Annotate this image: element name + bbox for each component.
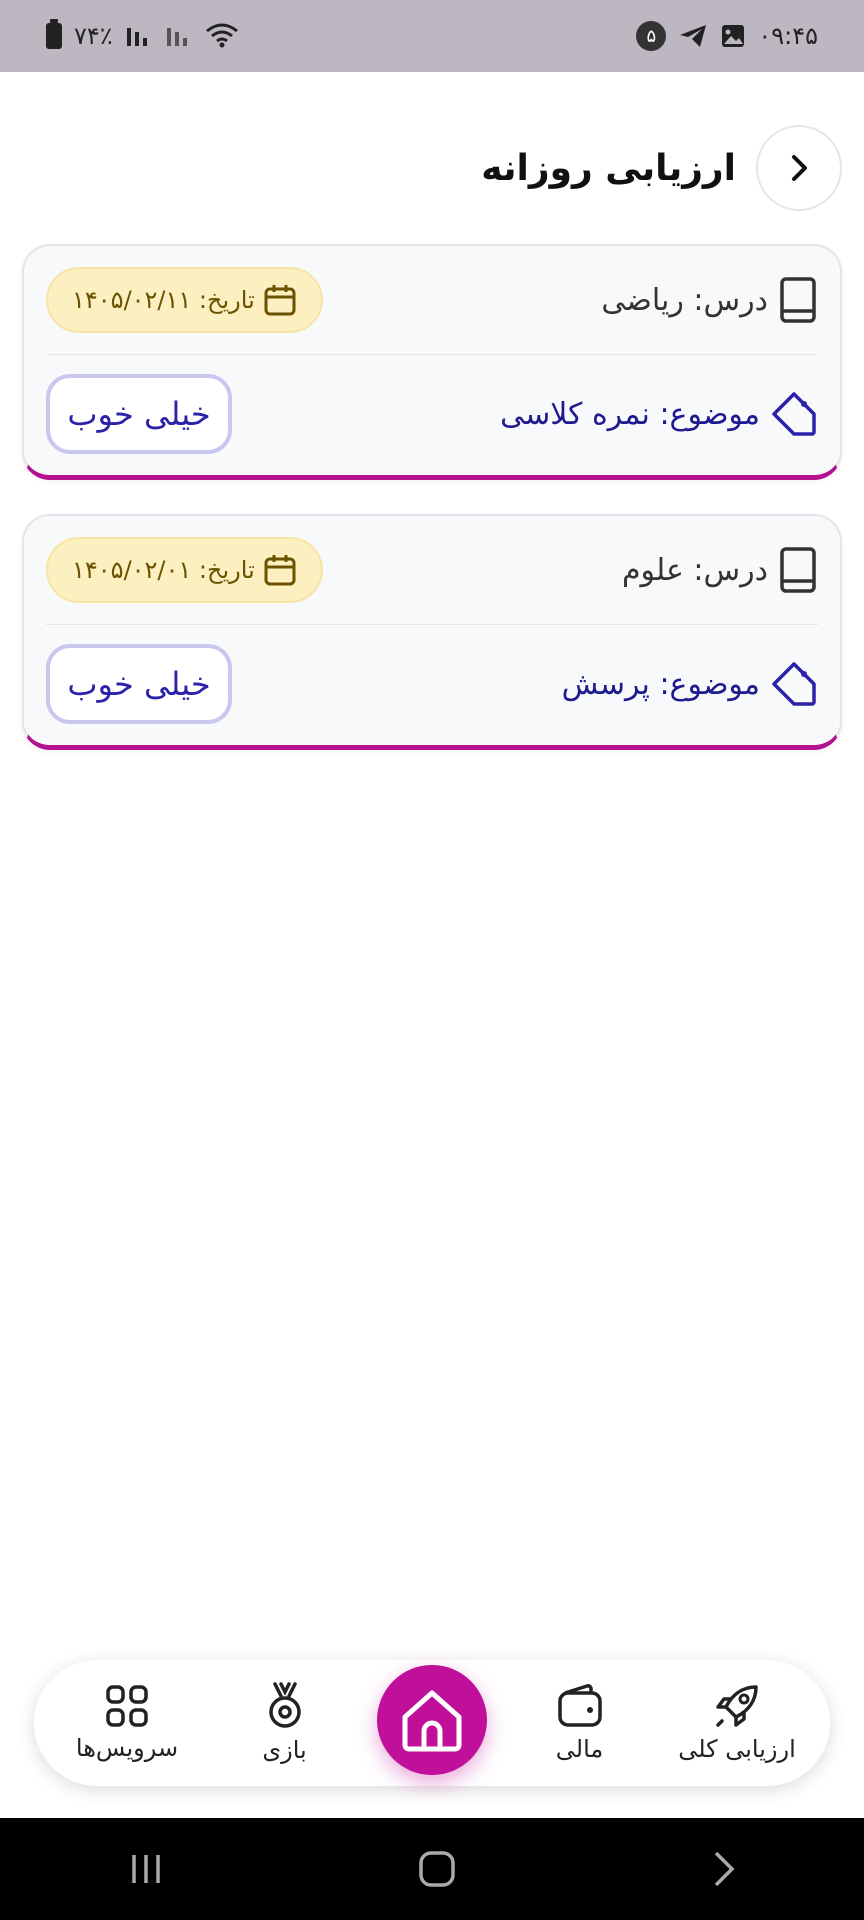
book-icon: [780, 277, 816, 323]
home-icon: [402, 1690, 462, 1752]
status-right: ۵ ۰۹:۴۵: [636, 21, 818, 51]
evaluation-card: درس: ریاضی تاریخ: ۱۴۰۵/۰۲/۱۱ موضوع: نمره…: [22, 244, 842, 480]
chevron-right-icon: [792, 155, 807, 181]
calendar-icon: [264, 285, 296, 316]
card-top-row: درس: ریاضی تاریخ: ۱۴۰۵/۰۲/۱۱: [46, 266, 818, 334]
bottom-nav: سرویس‌ها بازی مالی ارزیابی کلی: [34, 1660, 830, 1786]
card-divider: [46, 354, 818, 355]
back-system-icon[interactable]: [708, 1849, 738, 1889]
card-bottom-row: موضوع: نمره کلاسی خیلی خوب: [46, 374, 818, 454]
topic-field: موضوع: نمره کلاسی: [500, 390, 818, 438]
grade-button[interactable]: خیلی خوب: [46, 644, 232, 724]
status-bar: ۷۴٪ ۵ ۰۹:۴۵: [0, 0, 864, 72]
tag-icon: [772, 662, 816, 706]
book-icon: [780, 547, 816, 593]
card-divider: [46, 624, 818, 625]
battery-level: ۷۴٪: [74, 22, 113, 50]
nav-item-game[interactable]: بازی: [220, 1682, 350, 1764]
nav-label: بازی: [262, 1736, 307, 1764]
recent-apps-icon[interactable]: [126, 1851, 166, 1887]
card-bottom-row: موضوع: پرسش خیلی خوب: [46, 644, 818, 724]
status-left: ۷۴٪: [46, 19, 239, 50]
status-time: ۰۹:۴۵: [758, 22, 818, 50]
signal-icon: [126, 28, 147, 46]
notification-count: ۵: [636, 21, 667, 51]
nav-item-overall-evaluation[interactable]: ارزیابی کلی: [672, 1683, 802, 1763]
nav-label: سرویس‌ها: [75, 1734, 179, 1762]
lesson-label: درس: علوم: [621, 552, 768, 588]
topic-field: موضوع: پرسش: [562, 660, 818, 708]
date-label: تاریخ: ۱۴۰۵/۰۲/۱۱: [72, 286, 255, 314]
home-system-icon[interactable]: [417, 1849, 457, 1889]
evaluation-card: درس: علوم تاریخ: ۱۴۰۵/۰۲/۰۱ موضوع: پرسش …: [22, 514, 842, 750]
nav-label: مالی: [555, 1735, 604, 1763]
card-top-row: درس: علوم تاریخ: ۱۴۰۵/۰۲/۰۱: [46, 536, 818, 604]
back-button[interactable]: [756, 125, 842, 211]
calendar-icon: [264, 555, 296, 586]
header: ارزیابی روزانه: [22, 124, 842, 212]
date-badge: تاریخ: ۱۴۰۵/۰۲/۱۱: [46, 267, 323, 333]
rocket-icon: [716, 1685, 758, 1727]
lesson-field: درس: ریاضی: [601, 276, 818, 324]
grade-button[interactable]: خیلی خوب: [46, 374, 232, 454]
signal-icon-2: [166, 28, 187, 46]
nav-label: ارزیابی کلی: [678, 1735, 796, 1763]
lesson-field: درس: علوم: [622, 546, 818, 594]
battery-icon: [46, 19, 62, 49]
grid-icon: [106, 1685, 148, 1727]
topic-label: موضوع: نمره کلاسی: [500, 396, 760, 432]
wifi-icon: [205, 23, 238, 48]
nav-item-finance[interactable]: مالی: [515, 1683, 645, 1763]
page-title: ارزیابی روزانه: [481, 147, 736, 189]
lesson-label: درس: ریاضی: [601, 282, 768, 318]
tag-icon: [772, 392, 816, 436]
date-label: تاریخ: ۱۴۰۵/۰۲/۰۱: [72, 556, 255, 584]
wallet-icon: [557, 1684, 602, 1727]
topic-label: موضوع: پرسش: [561, 666, 760, 702]
nav-item-services[interactable]: سرویس‌ها: [62, 1684, 192, 1762]
system-navigation-bar: [0, 1818, 864, 1920]
medal-icon: [268, 1682, 301, 1728]
telegram-icon: [680, 25, 707, 47]
nav-home-button[interactable]: [377, 1665, 487, 1775]
date-badge: تاریخ: ۱۴۰۵/۰۲/۰۱: [46, 537, 323, 603]
image-icon: [722, 25, 745, 47]
